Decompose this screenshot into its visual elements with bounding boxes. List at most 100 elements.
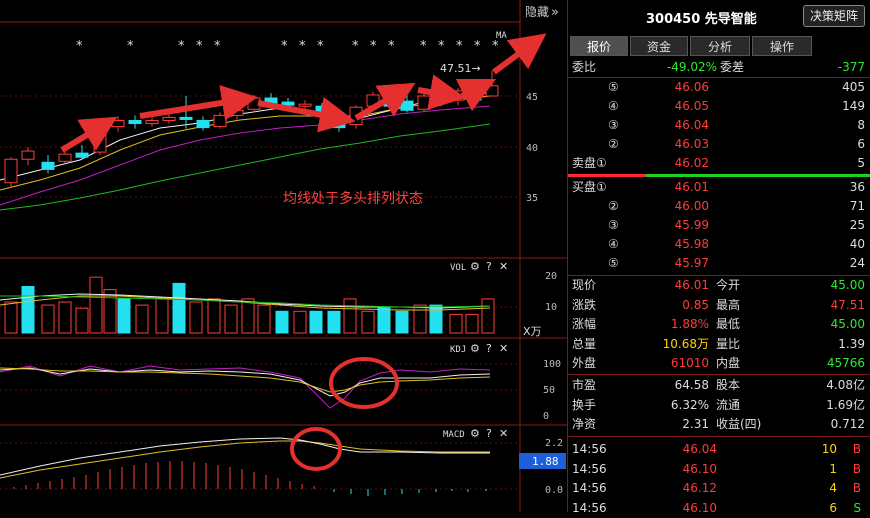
macd-histogram [13, 461, 487, 496]
candle-body [75, 152, 89, 158]
candle-body [58, 153, 72, 162]
buy-order-row: ④ 45.98 40 [568, 235, 870, 254]
star-mark: * [456, 39, 463, 54]
trend-arrow-2 [139, 85, 258, 121]
kdj-axis: 100 50 0 [543, 359, 561, 422]
help-icon[interactable]: ? [486, 427, 492, 440]
collapse-icon[interactable]: » [551, 5, 559, 20]
tab-funds[interactable]: 资金 [630, 36, 688, 56]
order-volume: 6 [857, 137, 865, 151]
quote-stat-row: 现价 46.01 今开 45.00 [568, 276, 870, 295]
order-price: 46.03 [674, 137, 709, 151]
high-price-label: 47.51→ [440, 62, 481, 75]
help-icon[interactable]: ? [486, 342, 492, 355]
volume-bar [155, 298, 169, 334]
order-volume: 5 [857, 156, 865, 170]
buy-order-row: ② 46.00 71 [568, 197, 870, 216]
star-mark: * [370, 39, 377, 54]
quote-stat-row: 涨幅 1.88% 最低 45.00 [568, 315, 870, 334]
volume-bar [275, 310, 289, 334]
tab-analysis[interactable]: 分析 [690, 36, 750, 56]
sell-order-row: ④ 46.05 149 [568, 97, 870, 116]
collapse-label[interactable]: 隐藏 [525, 5, 549, 19]
settings-icon[interactable]: ⚙ [470, 342, 480, 355]
tick-time: 14:56 [572, 481, 607, 495]
volume-bar [293, 310, 307, 334]
decision-matrix-button[interactable]: 决策矩阵 [802, 5, 865, 27]
stat-label: 流通 [716, 397, 741, 412]
stat-label: 涨跌 [572, 297, 597, 312]
tick-side: S [853, 500, 861, 515]
candle-body [213, 114, 227, 128]
star-mark: * [352, 39, 359, 54]
buy-order-row: ③ 45.99 25 [568, 216, 870, 235]
star-marks: * * * * * * * * * * * * * * * * [76, 39, 499, 54]
axis-tick-label: 100 [543, 359, 561, 370]
tab-operation[interactable]: 操作 [752, 36, 812, 56]
volume-bar [429, 304, 443, 334]
help-icon[interactable]: ? [486, 260, 492, 273]
vol-controls[interactable]: ⚙? ✕ [470, 260, 508, 273]
trend-arrow-7 [492, 33, 547, 75]
kdj-lines [0, 365, 491, 409]
kline-chart-svg[interactable]: 隐藏 » MA * * * * * * * * * * * * * * * * 47.51→ 454035 [0, 0, 567, 512]
star-mark: * [178, 39, 185, 54]
close-icon[interactable]: ✕ [499, 342, 508, 355]
tick-price: 46.04 [682, 442, 717, 456]
stat-label: 总量 [572, 336, 597, 351]
order-price: 46.00 [674, 199, 709, 213]
order-level: ② [608, 137, 619, 151]
tick-side: B [852, 461, 861, 476]
stat-value: 0.712 [830, 417, 865, 431]
axis-tick-label: 10 [545, 302, 557, 313]
macd-highlight-circle [290, 427, 342, 471]
candle-body [21, 150, 35, 160]
order-price: 45.97 [674, 256, 709, 270]
stat-value: 45.00 [830, 317, 865, 331]
stat-value: 45.00 [830, 278, 865, 292]
buy-order-row: 买盘① 46.01 36 [568, 178, 870, 197]
order-level: ⑤ [608, 256, 619, 270]
settings-icon[interactable]: ⚙ [470, 260, 480, 273]
order-level: ② [608, 199, 619, 213]
volume-bar [172, 282, 186, 334]
axis-tick-label: 45 [526, 92, 538, 103]
volume-bar [361, 310, 375, 334]
settings-icon[interactable]: ⚙ [470, 427, 480, 440]
star-mark: * [317, 39, 324, 54]
candle-body [281, 101, 295, 106]
sell-order-row: ③ 46.04 8 [568, 116, 870, 135]
volume-bar [117, 298, 131, 334]
vol-unit: X万 [523, 325, 542, 338]
order-price: 45.99 [674, 218, 709, 232]
macd-label: MACD [443, 430, 465, 440]
star-mark: * [388, 39, 395, 54]
star-mark: * [127, 39, 134, 54]
candle-body [4, 158, 18, 184]
order-volume: 71 [849, 199, 865, 213]
order-volume: 40 [849, 237, 865, 251]
order-volume: 25 [849, 218, 865, 232]
stat-label: 涨幅 [572, 317, 597, 331]
tick-time: 14:56 [572, 500, 607, 515]
kline-chart-area[interactable]: 隐藏 » MA * * * * * * * * * * * * * * * * 47.51→ 45 40 35 [0, 0, 567, 512]
tab-quote[interactable]: 报价 [570, 36, 628, 56]
star-mark: * [299, 39, 306, 54]
quote-stat-row: 总量 10.68万 量比 1.39 [568, 335, 870, 354]
buy-order-row: ⑤ 45.97 24 [568, 254, 870, 273]
quote-stat-row: 外盘 61010 内盘 45766 [568, 354, 870, 373]
fundamental-row: 换手 6.32% 流通 1.69亿 [568, 396, 870, 415]
close-icon[interactable]: ✕ [499, 427, 508, 440]
star-mark: * [214, 39, 221, 54]
kdj-controls[interactable]: ⚙? ✕ [470, 342, 508, 355]
fundamental-row: 净资 2.31 收益(四) 0.712 [568, 415, 870, 434]
macd-controls[interactable]: ⚙? ✕ [470, 427, 508, 440]
axis-tick-label: 50 [543, 385, 555, 396]
close-icon[interactable]: ✕ [499, 260, 508, 273]
order-level: ③ [608, 118, 619, 132]
stat-label: 股本 [716, 378, 741, 392]
tick-price: 46.10 [682, 500, 717, 515]
star-mark: * [420, 39, 427, 54]
axis-tick-label: 20 [545, 271, 557, 282]
stock-title: 300450 先导智能 [646, 12, 757, 27]
